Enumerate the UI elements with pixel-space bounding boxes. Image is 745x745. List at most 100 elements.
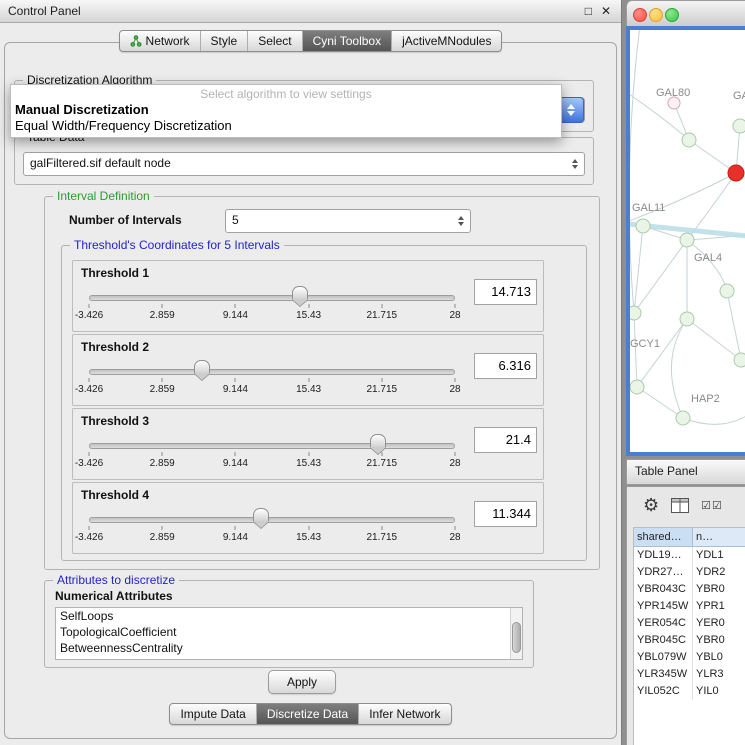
- scrollbar-thumb[interactable]: [512, 622, 521, 653]
- slider-tick: [162, 378, 163, 382]
- slider-tick: [381, 304, 382, 308]
- network-window-frame: GAL80 GA GAL11 GAL4 GCY1 HAP2: [626, 26, 745, 456]
- group-title: Threshold's Coordinates for 5 Intervals: [70, 238, 284, 252]
- slider-thumb[interactable]: [253, 508, 269, 522]
- network-node[interactable]: [630, 306, 641, 320]
- list-item[interactable]: TopologicalCoefficient: [56, 624, 510, 640]
- table-columns-icon[interactable]: [671, 498, 689, 513]
- tab-cyni-toolbox[interactable]: Cyni Toolbox: [302, 31, 391, 51]
- table-row[interactable]: YLR345WYLR3: [634, 666, 745, 683]
- table-row[interactable]: YER054CYER0: [634, 615, 745, 632]
- slider-thumb[interactable]: [292, 286, 308, 300]
- threshold-slider: -3.4262.8599.14415.4321.71528: [81, 507, 463, 549]
- network-node[interactable]: [682, 133, 696, 147]
- network-view-window: GAL80 GA GAL11 GAL4 GCY1 HAP2: [626, 0, 745, 456]
- slider-thumb[interactable]: [194, 360, 210, 374]
- apply-button[interactable]: Apply: [268, 670, 336, 694]
- network-node[interactable]: [680, 312, 694, 326]
- slider-tick-label: 2.859: [150, 532, 175, 543]
- threshold-value-field[interactable]: 14.713: [474, 279, 537, 305]
- network-node[interactable]: [630, 380, 644, 394]
- table-row[interactable]: YPR145WYPR1: [634, 598, 745, 615]
- tab-label: Select: [258, 34, 291, 48]
- tab-impute-data[interactable]: Impute Data: [170, 704, 255, 724]
- threshold-2-panel: Threshold 2 -3.4262.8599.14415.4321.7152…: [72, 334, 544, 406]
- slider-tick-label: 2.859: [150, 310, 175, 321]
- table-row[interactable]: YDL19…YDL1: [634, 547, 745, 564]
- threshold-label: Threshold 1: [81, 266, 149, 280]
- threshold-label: Threshold 4: [81, 488, 149, 502]
- select-columns-checkboxes-icon[interactable]: ☑☑: [701, 499, 723, 512]
- node-label: GCY1: [630, 338, 660, 350]
- attributes-scrollbar[interactable]: [510, 608, 522, 659]
- attributes-group: Attributes to discretize Numerical Attri…: [44, 580, 534, 668]
- slider-tick-label: 21.715: [367, 458, 398, 469]
- table-cell: YER0: [693, 615, 745, 632]
- close-window-icon[interactable]: ✕: [601, 0, 611, 22]
- tab-style[interactable]: Style: [200, 31, 248, 51]
- network-node[interactable]: [734, 353, 745, 367]
- slider-tick-label: 28: [449, 458, 460, 469]
- group-title: Attributes to discretize: [53, 573, 179, 587]
- table-row[interactable]: YBL079WYBL0: [634, 649, 745, 666]
- close-traffic-light-icon[interactable]: [633, 8, 647, 22]
- node-label: GA: [733, 90, 745, 102]
- list-item[interactable]: SelfLoops: [56, 608, 510, 624]
- table-row[interactable]: YDR27…YDR2: [634, 564, 745, 581]
- threshold-label: Threshold 2: [81, 340, 149, 354]
- threshold-value-field[interactable]: 11.344: [474, 501, 537, 527]
- slider-tick: [89, 378, 90, 382]
- table-cell: YIL0: [693, 683, 745, 700]
- threshold-slider: -3.4262.8599.14415.4321.71528: [81, 433, 463, 475]
- numerical-attributes-list[interactable]: SelfLoopsTopologicalCoefficientBetweenne…: [55, 607, 523, 660]
- table-data-combo[interactable]: galFiltered.sif default node: [23, 152, 585, 176]
- slider-track[interactable]: -3.4262.8599.14415.4321.71528: [89, 507, 455, 549]
- column-header-shared-name[interactable]: shared…: [634, 528, 693, 547]
- float-window-icon[interactable]: □: [585, 0, 592, 22]
- threshold-value-field[interactable]: 21.4: [474, 427, 537, 453]
- group-title: Interval Definition: [53, 189, 154, 203]
- slider-tick-label: 2.859: [150, 458, 175, 469]
- tab-jactivemnodules[interactable]: jActiveMNodules: [391, 31, 501, 51]
- threshold-slider: -3.4262.8599.14415.4321.71528: [81, 285, 463, 327]
- table-panel-titlebar[interactable]: Table Panel: [626, 459, 745, 485]
- network-node[interactable]: [636, 219, 650, 233]
- network-node-selected[interactable]: [728, 165, 744, 181]
- network-node[interactable]: [733, 119, 745, 133]
- slider-thumb[interactable]: [370, 434, 386, 448]
- slider-track[interactable]: -3.4262.8599.14415.4321.71528: [89, 359, 455, 401]
- slider-tick-label: 21.715: [367, 384, 398, 395]
- network-node[interactable]: [680, 233, 694, 247]
- network-node[interactable]: [720, 284, 734, 298]
- list-item[interactable]: BetweennessCentrality: [56, 640, 510, 656]
- slider-tick: [162, 304, 163, 308]
- zoom-traffic-light-icon[interactable]: [665, 8, 679, 22]
- table-cell: YDL19…: [634, 547, 693, 564]
- slider-track[interactable]: -3.4262.8599.14415.4321.71528: [89, 433, 455, 475]
- tab-network[interactable]: Network: [120, 31, 200, 51]
- slider-track[interactable]: -3.4262.8599.14415.4321.71528: [89, 285, 455, 327]
- table-cell: YER054C: [634, 615, 693, 632]
- table-row[interactable]: YBR045CYBR0: [634, 632, 745, 649]
- dropdown-item-manual-discretization[interactable]: Manual Discretization: [11, 102, 561, 118]
- slider-tick-label: -3.426: [75, 310, 103, 321]
- slider-tick: [162, 526, 163, 530]
- node-table: shared… n… YDL19…YDL1YDR27…YDR2YBR043CYB…: [633, 527, 745, 745]
- tab-discretize-data[interactable]: Discretize Data: [256, 704, 358, 724]
- slider-tick-label: 15.43: [296, 384, 321, 395]
- tab-select[interactable]: Select: [247, 31, 301, 51]
- table-body: YDL19…YDL1YDR27…YDR2YBR043CYBR0YPR145WYP…: [634, 547, 745, 700]
- network-window-titlebar[interactable]: [626, 0, 745, 28]
- number-of-intervals-combo[interactable]: 5: [225, 209, 471, 233]
- threshold-value-field[interactable]: 6.316: [474, 353, 537, 379]
- table-row[interactable]: YBR043CYBR0: [634, 581, 745, 598]
- table-cell: YBR0: [693, 632, 745, 649]
- dropdown-item-equal-width-frequency[interactable]: Equal Width/Frequency Discretization: [11, 118, 561, 134]
- tab-infer-network[interactable]: Infer Network: [358, 704, 450, 724]
- network-node[interactable]: [676, 411, 690, 425]
- network-canvas[interactable]: GAL80 GA GAL11 GAL4 GCY1 HAP2: [630, 30, 745, 452]
- table-row[interactable]: YIL052CYIL0: [634, 683, 745, 700]
- column-header-name[interactable]: n…: [693, 528, 745, 547]
- settings-gear-icon[interactable]: ⚙: [643, 495, 659, 516]
- minimize-traffic-light-icon[interactable]: [649, 8, 663, 22]
